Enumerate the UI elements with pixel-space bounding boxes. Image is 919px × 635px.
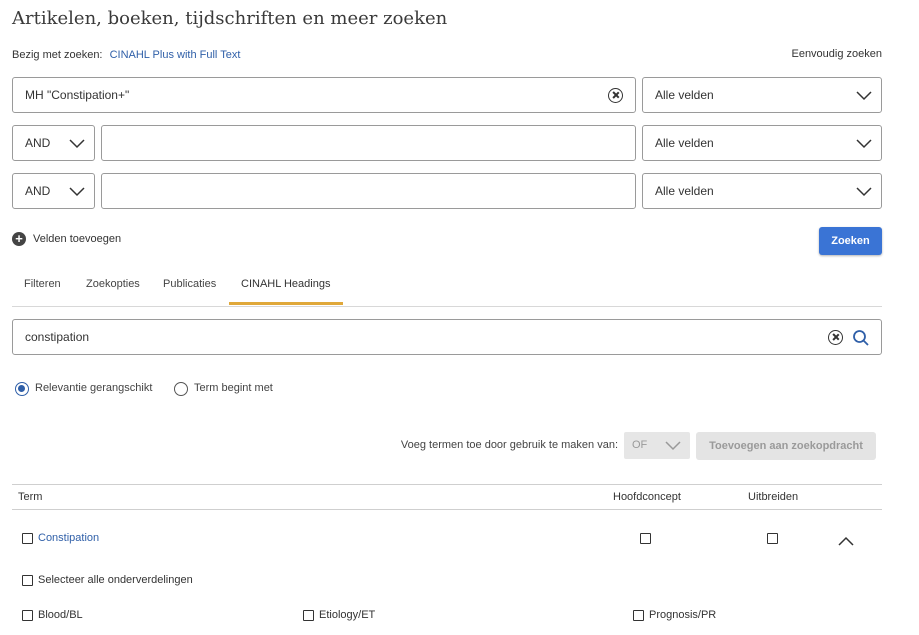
field-select-2[interactable]: Alle velden [642, 125, 882, 161]
radio-term-begins-label: Term begint met [194, 382, 273, 394]
chevron-up-icon[interactable] [837, 535, 855, 547]
combine-operator-select: OF [624, 432, 690, 459]
subheading-checkbox[interactable] [22, 610, 33, 621]
column-header-term: Term [18, 491, 43, 503]
tab-publications[interactable]: Publicaties [163, 278, 216, 290]
subheading-checkbox[interactable] [303, 610, 314, 621]
tab-search-options[interactable]: Zoekopties [86, 278, 140, 290]
clear-icon[interactable] [608, 88, 623, 103]
clear-icon[interactable] [828, 330, 843, 345]
search-input-2[interactable] [101, 125, 636, 161]
headings-search-input[interactable]: constipation [12, 319, 882, 355]
database-info: Bezig met zoeken: CINAHL Plus with Full … [12, 49, 240, 61]
radio-term-begins[interactable] [174, 382, 188, 396]
simple-search-link[interactable]: Eenvoudig zoeken [791, 48, 882, 60]
table-top-border [12, 484, 882, 485]
operator-select-3-label: AND [25, 184, 51, 198]
subheading-label: Prognosis/PR [649, 609, 717, 621]
term-link[interactable]: Constipation [38, 532, 99, 544]
chevron-down-icon [665, 441, 681, 451]
chevron-down-icon [69, 187, 85, 197]
field-select-3[interactable]: Alle velden [642, 173, 882, 209]
subheading-label: Blood/BL [38, 609, 83, 621]
add-to-query-button: Toevoegen aan zoekopdracht [696, 432, 876, 460]
column-header-major-concept: Hoofdconcept [613, 491, 681, 503]
combine-operator-label: OF [632, 439, 648, 451]
explode-checkbox[interactable] [767, 533, 778, 544]
plus-circle-icon: + [12, 232, 26, 246]
field-select-2-label: Alle velden [655, 136, 714, 150]
chevron-down-icon [856, 187, 872, 197]
active-tab-indicator [229, 302, 343, 305]
select-all-label: Selecteer alle onderverdelingen [38, 574, 193, 586]
radio-relevance[interactable] [15, 382, 29, 396]
page-title: Artikelen, boeken, tijdschriften en meer… [12, 8, 448, 29]
tabs-divider [12, 306, 882, 307]
major-concept-checkbox[interactable] [640, 533, 651, 544]
chevron-down-icon [856, 139, 872, 149]
table-header-border [12, 509, 882, 510]
select-all-checkbox[interactable] [22, 575, 33, 586]
field-select-1-label: Alle velden [655, 88, 714, 102]
search-input-1-value: MH "Constipation+" [25, 88, 130, 102]
tab-filter[interactable]: Filteren [24, 278, 61, 290]
field-select-3-label: Alle velden [655, 184, 714, 198]
database-link[interactable]: CINAHL Plus with Full Text [110, 49, 241, 61]
combine-label: Voeg termen toe door gebruik te maken va… [400, 439, 618, 451]
search-button[interactable]: Zoeken [819, 227, 882, 255]
searching-label: Bezig met zoeken: [12, 49, 103, 61]
operator-select-2[interactable]: AND [12, 125, 95, 161]
add-fields-label: Velden toevoegen [33, 233, 122, 245]
subheading-checkbox[interactable] [633, 610, 644, 621]
term-checkbox[interactable] [22, 533, 33, 544]
radio-relevance-label: Relevantie gerangschikt [35, 382, 153, 394]
add-fields-button[interactable]: + Velden toevoegen [12, 232, 121, 246]
search-input-1[interactable]: MH "Constipation+" [12, 77, 636, 113]
subheading-label: Etiology/ET [319, 609, 376, 621]
tab-cinahl-headings[interactable]: CINAHL Headings [241, 278, 330, 290]
search-icon[interactable] [852, 329, 870, 347]
search-input-3[interactable] [101, 173, 636, 209]
operator-select-2-label: AND [25, 136, 51, 150]
field-select-1[interactable]: Alle velden [642, 77, 882, 113]
chevron-down-icon [69, 139, 85, 149]
column-header-explode: Uitbreiden [748, 491, 799, 503]
chevron-down-icon [856, 91, 872, 101]
headings-search-value: constipation [25, 330, 90, 344]
operator-select-3[interactable]: AND [12, 173, 95, 209]
